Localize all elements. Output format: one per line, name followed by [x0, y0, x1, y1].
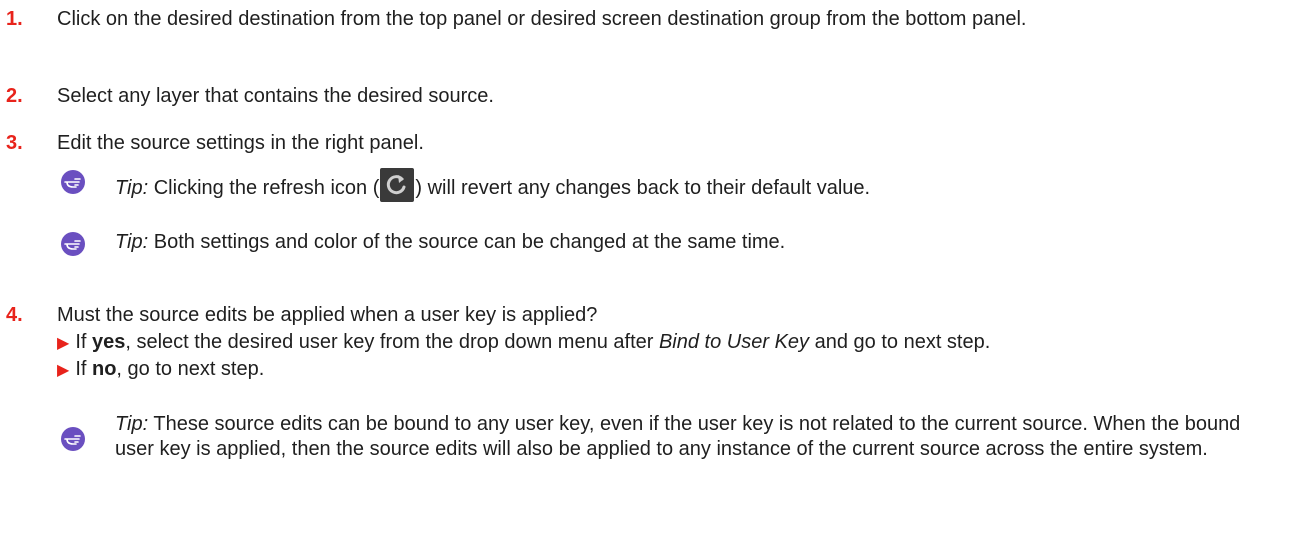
option-no-prefix: If [75, 358, 92, 380]
tip-refresh-text: Tip: Clicking the refresh icon ( ) will r… [115, 168, 1274, 202]
pointing-hand-icon [61, 427, 85, 451]
bind-to-user-key-label: Bind to User Key [658, 331, 810, 353]
option-yes-word: yes [91, 331, 126, 353]
step-2-text: Select any layer that contains the desir… [57, 85, 494, 107]
pointing-hand-icon [61, 232, 85, 256]
step-4-number: 4. [6, 304, 23, 326]
step-3-number: 3. [6, 132, 23, 154]
option-yes-prefix: If [75, 331, 92, 353]
red-triangle-bullet-icon: ▶ [57, 335, 70, 352]
refresh-icon [380, 168, 415, 202]
tip-settings-color-text: Tip: Both settings and color of the sour… [115, 230, 1274, 255]
option-no-word: no [91, 358, 117, 380]
option-yes-mid: , select the desired user key from the d… [125, 331, 659, 353]
step-1-text: Click on the desired destination from th… [57, 8, 1027, 30]
option-no: ▶ If no, go to next step. [57, 356, 1284, 384]
step-4-text: Must the source edits be applied when a … [57, 304, 598, 326]
tip-bind-user-key-text: Tip: These source edits can be bound to … [115, 412, 1254, 462]
red-triangle-bullet-icon: ▶ [57, 362, 70, 379]
tip-refresh-before: Clicking the refresh icon ( [153, 177, 380, 199]
step-2-number: 2. [6, 85, 23, 107]
option-yes-suffix: and go to next step. [809, 331, 991, 353]
tip-settings-color-body: Both settings and color of the source ca… [153, 231, 786, 253]
pointing-hand-icon [61, 170, 85, 194]
option-no-suffix: , go to next step. [116, 358, 265, 380]
tip-bind-user-key-body: These source edits can be bound to any u… [115, 413, 1241, 460]
option-yes: ▶ If yes, select the desired user key fro… [57, 329, 1284, 357]
tip-label: Tip: [115, 177, 149, 199]
step-1-number: 1. [6, 8, 23, 30]
tip-label: Tip: [115, 413, 149, 435]
tip-label: Tip: [115, 231, 149, 253]
tip-refresh-after: ) will revert any changes back to their … [415, 177, 871, 199]
step-3-text: Edit the source settings in the right pa… [57, 132, 424, 154]
